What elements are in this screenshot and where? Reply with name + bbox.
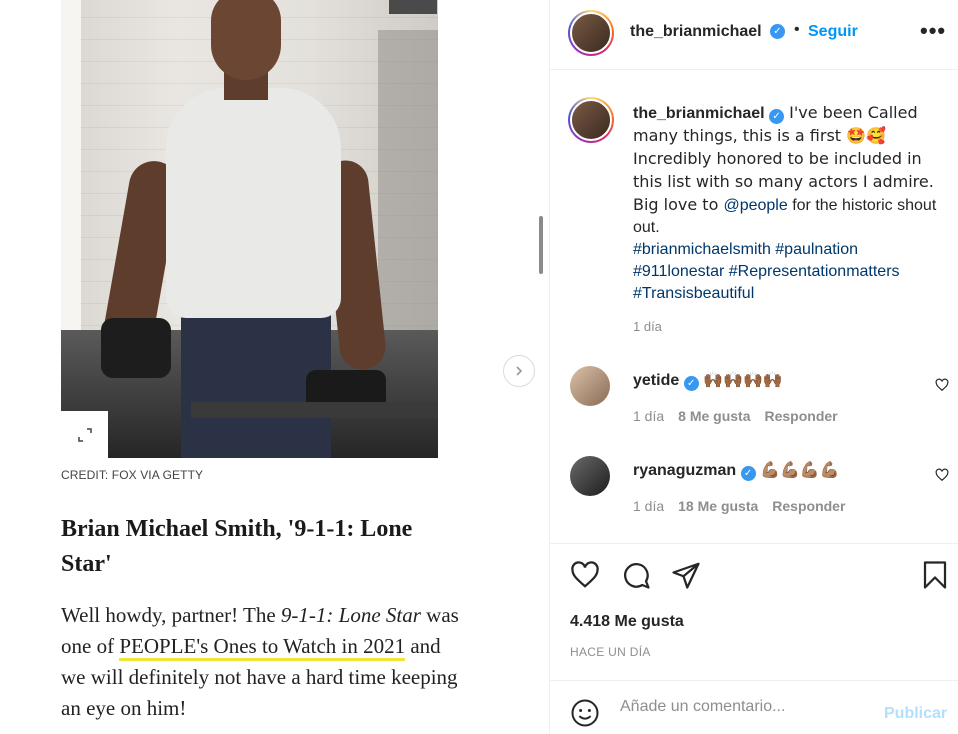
verified-icon: ✓ bbox=[740, 466, 756, 481]
comment-icon[interactable] bbox=[621, 560, 651, 590]
post-details-panel: the_brianmichael ✓ • Seguir ••• the_bria… bbox=[549, 0, 958, 734]
comment-input[interactable] bbox=[620, 698, 870, 716]
comment-text: ryanaguzman ✓ 💪🏽💪🏽💪🏽💪🏽 bbox=[633, 460, 840, 481]
caption-avatar[interactable] bbox=[568, 97, 614, 143]
heart-icon[interactable] bbox=[935, 378, 949, 392]
reply-button[interactable]: Responder bbox=[765, 408, 838, 424]
verified-icon: ✓ bbox=[769, 109, 785, 124]
comment-meta: 1 día 18 Me gusta Responder bbox=[633, 498, 846, 514]
more-icon[interactable]: ••• bbox=[920, 18, 946, 44]
divider bbox=[550, 543, 958, 544]
post-header: the_brianmichael ✓ • Seguir ••• bbox=[550, 0, 958, 70]
comment-meta: 1 día 8 Me gusta Responder bbox=[633, 408, 838, 424]
header-username[interactable]: the_brianmichael bbox=[630, 23, 762, 41]
verified-icon: ✓ bbox=[683, 376, 699, 391]
reply-button[interactable]: Responder bbox=[772, 498, 845, 514]
bookmark-icon[interactable] bbox=[920, 560, 950, 590]
separator-dot: • bbox=[794, 21, 800, 38]
comment-username[interactable]: ryanaguzman bbox=[633, 462, 736, 479]
photo-corner-overlay bbox=[389, 0, 437, 14]
comment-avatar[interactable] bbox=[570, 456, 610, 496]
publish-button[interactable]: Publicar bbox=[884, 705, 947, 723]
emoji-icon[interactable] bbox=[570, 698, 600, 728]
post-media: CREDIT: FOX VIA GETTY Brian Michael Smit… bbox=[0, 0, 549, 734]
heart-icon[interactable] bbox=[935, 468, 949, 482]
mention-link[interactable]: @people bbox=[723, 197, 787, 214]
highlighted-link[interactable]: PEOPLE's Ones to Watch in 2021 bbox=[119, 634, 406, 661]
comment-bar: Publicar bbox=[550, 680, 958, 734]
post-caption: the_brianmichael ✓ I've been Called many… bbox=[633, 103, 937, 302]
avatar[interactable] bbox=[568, 10, 614, 56]
comment-text: yetide ✓ 🙌🏾🙌🏾🙌🏾🙌🏾 bbox=[633, 370, 783, 391]
scrollbar-thumb[interactable] bbox=[539, 216, 543, 274]
next-slide-button[interactable] bbox=[503, 355, 535, 387]
verified-icon: ✓ bbox=[770, 24, 785, 39]
likes-count[interactable]: 4.418 Me gusta bbox=[570, 613, 684, 631]
photo-credit: CREDIT: FOX VIA GETTY bbox=[61, 468, 204, 482]
expand-image-button[interactable] bbox=[61, 411, 108, 458]
post-photo bbox=[61, 0, 438, 458]
expand-icon bbox=[77, 427, 92, 442]
share-icon[interactable] bbox=[671, 560, 701, 590]
heart-icon[interactable] bbox=[570, 560, 600, 590]
show-title: 9-1-1: Lone Star bbox=[280, 603, 421, 627]
caption-username[interactable]: the_brianmichael bbox=[633, 105, 765, 122]
comment-likes[interactable]: 18 Me gusta bbox=[678, 498, 758, 514]
article-body: Well howdy, partner! The 9-1-1: Lone Sta… bbox=[61, 603, 459, 720]
hashtags[interactable]: #brianmichaelsmith #paulnation #911lones… bbox=[633, 241, 900, 302]
post-timestamp: HACE UN DÍA bbox=[570, 645, 651, 659]
comment-avatar[interactable] bbox=[570, 366, 610, 406]
article-title: Brian Michael Smith, '9-1-1: Lone Star' bbox=[61, 516, 413, 577]
follow-button[interactable]: Seguir bbox=[808, 23, 858, 41]
chevron-right-icon bbox=[516, 366, 523, 376]
comment-likes[interactable]: 8 Me gusta bbox=[678, 408, 750, 424]
comment-username[interactable]: yetide bbox=[633, 372, 679, 389]
caption-timestamp: 1 día bbox=[633, 319, 662, 334]
